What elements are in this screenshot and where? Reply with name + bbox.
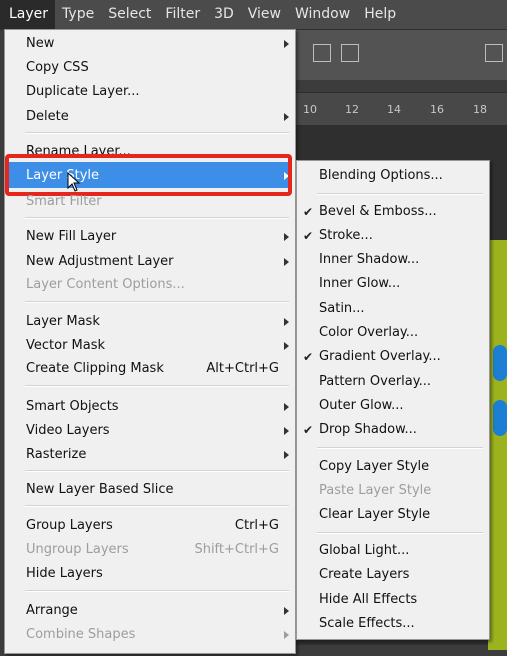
menu-item-delete[interactable]: Delete: [26, 108, 69, 126]
menu-item-smart-filter: Smart Filter: [26, 194, 102, 209]
submenu-arrow-icon: [284, 342, 289, 350]
canvas-artwork: [488, 240, 507, 650]
layer-style-submenu: Blending Options... ✔ Bevel & Emboss... …: [296, 160, 490, 640]
ruler-number: 16: [430, 103, 444, 116]
submenu-arrow-icon: [284, 451, 289, 459]
align-center-icon[interactable]: [341, 44, 359, 62]
ruler-number: 18: [473, 103, 487, 116]
submenu-item-satin[interactable]: Satin...: [319, 300, 365, 318]
menu-separator: [25, 217, 289, 219]
menu-item-arrange[interactable]: Arrange: [26, 602, 78, 620]
shortcut-ungroup-layers: Shift+Ctrl+G: [194, 542, 279, 557]
menu-item-layer-content-options: Layer Content Options...: [26, 277, 185, 292]
submenu-item-stroke[interactable]: Stroke...: [319, 227, 373, 245]
checkmark-icon: ✔: [303, 350, 314, 364]
menu-separator: [317, 532, 483, 534]
menu-filter[interactable]: Filter: [158, 0, 207, 29]
menu-separator: [25, 301, 289, 303]
menu-view[interactable]: View: [241, 0, 288, 29]
menu-item-duplicate-layer[interactable]: Duplicate Layer...: [26, 83, 140, 101]
submenu-item-hide-all-effects[interactable]: Hide All Effects: [319, 591, 417, 609]
checkmark-icon: ✔: [303, 423, 314, 437]
submenu-arrow-icon: [284, 113, 289, 121]
submenu-item-inner-shadow[interactable]: Inner Shadow...: [319, 251, 419, 269]
shortcut-create-clipping-mask: Alt+Ctrl+G: [206, 361, 279, 376]
align-left-icon[interactable]: [313, 44, 331, 62]
submenu-arrow-icon: [284, 631, 289, 639]
menu-item-rasterize[interactable]: Rasterize: [26, 446, 86, 464]
horizontal-ruler: 10 12 14 16 18: [295, 92, 507, 125]
distribute-icon[interactable]: [485, 44, 503, 62]
menu-item-layer-mask[interactable]: Layer Mask: [26, 313, 100, 331]
shortcut-group-layers: Ctrl+G: [234, 518, 279, 533]
menu-item-hide-layers[interactable]: Hide Layers: [26, 565, 103, 583]
submenu-item-gradient-overlay[interactable]: Gradient Overlay...: [319, 348, 441, 366]
menu-3d[interactable]: 3D: [207, 0, 241, 29]
menu-item-video-layers[interactable]: Video Layers: [26, 422, 110, 440]
submenu-item-outer-glow[interactable]: Outer Glow...: [319, 397, 404, 415]
checkmark-icon: ✔: [303, 229, 314, 243]
menu-item-combine-shapes: Combine Shapes: [26, 627, 136, 642]
menu-separator: [25, 505, 289, 507]
submenu-item-clear-layer-style[interactable]: Clear Layer Style: [319, 506, 430, 524]
menu-item-ungroup-layers: Ungroup Layers: [26, 542, 129, 557]
menu-separator: [25, 470, 289, 472]
menu-separator: [25, 132, 289, 134]
submenu-item-global-light[interactable]: Global Light...: [319, 542, 409, 560]
submenu-arrow-icon: [284, 258, 289, 266]
submenu-item-blending-options[interactable]: Blending Options...: [319, 167, 443, 185]
submenu-item-pattern-overlay[interactable]: Pattern Overlay...: [319, 373, 431, 391]
menu-separator: [317, 447, 483, 449]
menu-separator: [317, 193, 483, 195]
menu-item-copy-css[interactable]: Copy CSS: [26, 59, 89, 77]
menu-item-new-fill-layer[interactable]: New Fill Layer: [26, 228, 116, 246]
menu-window[interactable]: Window: [288, 0, 357, 29]
submenu-arrow-icon: [284, 403, 289, 411]
menu-layer[interactable]: Layer: [0, 0, 56, 29]
submenu-item-copy-layer-style[interactable]: Copy Layer Style: [319, 458, 429, 476]
submenu-item-scale-effects[interactable]: Scale Effects...: [319, 615, 415, 633]
menu-separator: [25, 385, 289, 387]
submenu-item-paste-layer-style: Paste Layer Style: [319, 483, 432, 498]
submenu-item-inner-glow[interactable]: Inner Glow...: [319, 275, 400, 293]
canvas-artwork-shape: [493, 345, 507, 381]
options-bar: [295, 30, 507, 80]
menu-item-group-layers[interactable]: Group Layers: [26, 517, 113, 535]
menu-item-vector-mask[interactable]: Vector Mask: [26, 337, 105, 355]
menu-item-new[interactable]: New: [26, 35, 54, 53]
menu-item-create-clipping-mask[interactable]: Create Clipping Mask: [26, 360, 164, 378]
submenu-item-color-overlay[interactable]: Color Overlay...: [319, 324, 418, 342]
submenu-item-drop-shadow[interactable]: Drop Shadow...: [319, 421, 417, 439]
ruler-number: 14: [387, 103, 401, 116]
submenu-item-create-layers[interactable]: Create Layers: [319, 566, 409, 584]
ruler-number: 10: [303, 103, 317, 116]
submenu-arrow-icon: [284, 233, 289, 241]
mouse-pointer-icon: [67, 172, 81, 192]
menu-separator: [25, 590, 289, 592]
menu-item-new-adjustment-layer[interactable]: New Adjustment Layer: [26, 253, 174, 271]
menu-bar: Layer Type Select Filter 3D View Window …: [0, 0, 507, 30]
menu-item-smart-objects[interactable]: Smart Objects: [26, 398, 119, 416]
menu-select[interactable]: Select: [101, 0, 158, 29]
annotation-highlight-box: [5, 154, 292, 196]
ruler-number: 12: [345, 103, 359, 116]
menu-help[interactable]: Help: [357, 0, 403, 29]
menu-type[interactable]: Type: [55, 0, 101, 29]
layer-menu: New Copy CSS Duplicate Layer... Delete R…: [4, 29, 296, 654]
submenu-arrow-icon: [284, 607, 289, 615]
checkmark-icon: ✔: [303, 205, 314, 219]
submenu-arrow-icon: [284, 40, 289, 48]
menu-item-new-layer-based-slice[interactable]: New Layer Based Slice: [26, 481, 174, 499]
submenu-item-bevel-emboss[interactable]: Bevel & Emboss...: [319, 203, 437, 221]
submenu-arrow-icon: [284, 318, 289, 326]
canvas-artwork-shape: [493, 400, 507, 436]
submenu-arrow-icon: [284, 427, 289, 435]
